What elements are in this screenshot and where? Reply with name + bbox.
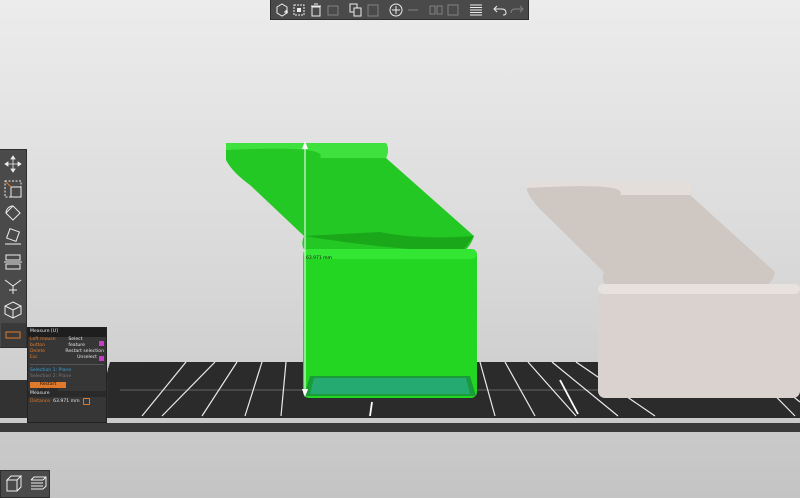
paste-icon[interactable] <box>366 1 381 19</box>
copy-icon[interactable] <box>349 1 364 19</box>
distance-value[interactable]: 63.971 mm <box>53 399 79 405</box>
split-parts-icon[interactable] <box>446 1 461 19</box>
3d-view-icon[interactable] <box>3 473 25 495</box>
shortcut-row: Esc Unselect <box>28 355 106 361</box>
measure-panel: Measure [U] Left mouse button Select fea… <box>27 327 107 423</box>
shortcut-key: Left mouse button <box>30 337 56 348</box>
shortcut-action: Select feature <box>68 337 85 348</box>
shortcut-action: Unselect <box>77 355 97 360</box>
delete-all-icon[interactable] <box>326 1 341 19</box>
color-swatch <box>99 340 104 346</box>
support-painting-icon[interactable] <box>1 274 26 298</box>
rotate-icon[interactable] <box>1 201 26 225</box>
preview-icon[interactable] <box>28 473 50 495</box>
view-switcher <box>0 470 50 498</box>
restart-selection-button[interactable]: Restart selection <box>30 382 66 393</box>
measure-panel-title: Measure [U] <box>28 328 106 337</box>
selected-object[interactable] <box>226 143 477 398</box>
distance-row: Distance 63.971 mm <box>28 397 106 406</box>
undo-icon[interactable] <box>492 1 507 19</box>
place-on-face-icon[interactable] <box>1 225 26 249</box>
measure-icon[interactable] <box>0 322 26 347</box>
copy-to-clipboard-icon[interactable] <box>82 398 90 405</box>
measurement-value-label: 63.971 mm <box>306 256 332 261</box>
cut-icon[interactable] <box>1 250 26 274</box>
seam-painting-icon[interactable] <box>1 298 26 322</box>
add-icon[interactable] <box>275 1 290 19</box>
add-instance-icon[interactable] <box>389 1 404 19</box>
redo-icon[interactable] <box>509 1 524 19</box>
top-toolbar <box>270 0 529 20</box>
remove-instance-icon[interactable] <box>406 1 421 19</box>
divider <box>30 364 104 365</box>
selection-2-label: Selection 2: Plane <box>30 374 72 379</box>
split-objects-icon[interactable] <box>429 1 444 19</box>
move-icon[interactable] <box>1 152 26 176</box>
color-swatch <box>99 355 104 361</box>
3d-scene[interactable] <box>0 0 800 498</box>
layers-editing-icon[interactable] <box>469 1 484 19</box>
delete-icon[interactable] <box>309 1 324 19</box>
left-toolbar <box>0 149 27 348</box>
distance-label: Distance <box>30 398 51 404</box>
arrange-icon[interactable] <box>292 1 307 19</box>
shortcut-key: Esc <box>30 355 38 360</box>
scale-icon[interactable] <box>1 176 26 200</box>
shortcut-row: Left mouse button Select feature <box>28 337 106 349</box>
